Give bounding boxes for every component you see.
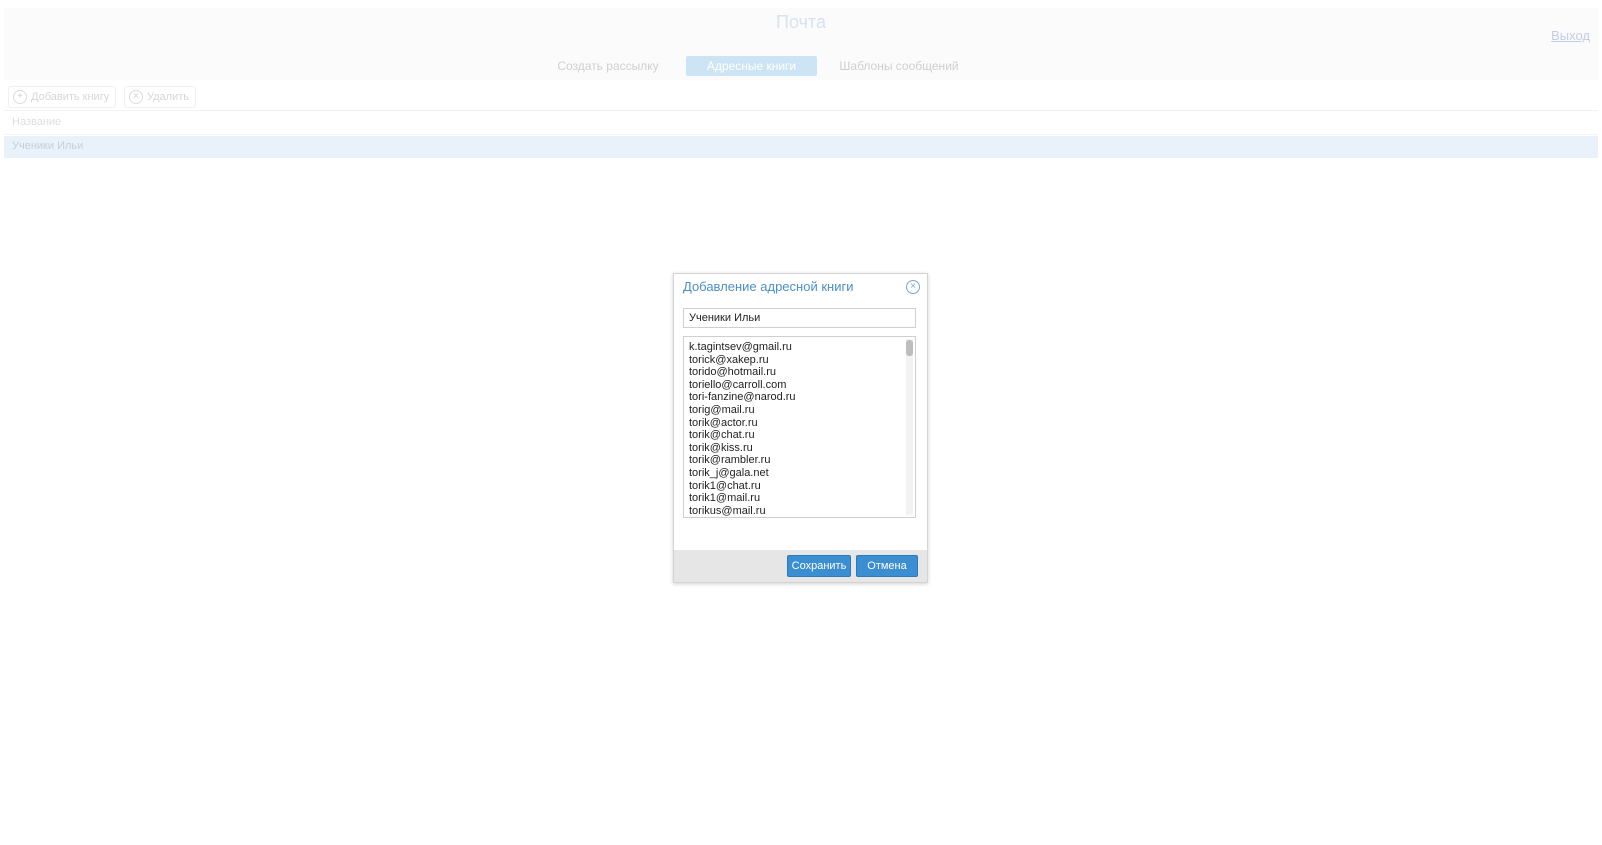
email-list-item: torikus@mail.ru <box>689 504 766 517</box>
email-list-item: torig@mail.ru <box>689 403 755 416</box>
scrollbar-thumb[interactable] <box>906 340 913 356</box>
email-list-item: toriello@carroll.com <box>689 378 787 391</box>
email-list-item: k.tagintsev@gmail.ru <box>689 341 792 353</box>
logout-link[interactable]: Выход <box>1551 28 1590 43</box>
column-header-name[interactable]: Название <box>12 116 61 128</box>
delete-label: Удалить <box>147 91 189 103</box>
email-list-item: torik@actor.ru <box>689 416 758 429</box>
grid-header: Название <box>4 112 1598 135</box>
email-list-item: torik_j@gala.net <box>689 466 769 479</box>
email-list-item: torik@rambler.ru <box>689 454 771 467</box>
dialog-footer: Сохранить Отмена <box>674 550 927 582</box>
add-book-button[interactable]: + Добавить книгу <box>8 86 117 108</box>
add-address-book-dialog: Добавление адресной книги × k.tagintsev@… <box>673 273 928 583</box>
email-list-item: tori-fanzine@narod.ru <box>689 391 796 404</box>
tab-message-templates[interactable]: Шаблоны сообщений <box>832 56 966 76</box>
tab-create-mailing[interactable]: Создать рассылку <box>544 56 672 76</box>
close-icon[interactable]: × <box>906 280 920 294</box>
main-tabs: Создать рассылку Адресные книги Шаблоны … <box>4 56 1598 76</box>
app-header: Почта Выход Создать рассылку Адресные кн… <box>4 8 1598 80</box>
emails-textarea[interactable]: k.tagintsev@gmail.ru torick@xakep.ru torid… <box>683 336 916 518</box>
toolbar: + Добавить книгу × Удалить <box>4 82 1598 111</box>
email-list-item: torick@xakep.ru <box>689 353 769 366</box>
email-list-item: torik1@chat.ru <box>689 479 761 492</box>
email-list-item: torik1@mail.ru <box>689 492 761 505</box>
book-name-input[interactable] <box>683 308 916 328</box>
email-list-item: torik@kiss.ru <box>689 441 753 454</box>
app-title: Почта <box>776 12 826 32</box>
row-book-name: Ученики Ильи <box>12 140 84 152</box>
tab-address-books[interactable]: Адресные книги <box>686 56 817 76</box>
email-list: k.tagintsev@gmail.ru torick@xakep.ru torid… <box>689 341 796 517</box>
save-button[interactable]: Сохранить <box>787 555 851 577</box>
delete-button[interactable]: × Удалить <box>124 86 196 108</box>
table-row[interactable]: Ученики Ильи <box>4 136 1598 158</box>
close-circle-icon: × <box>129 90 143 105</box>
dialog-title: Добавление адресной книги <box>683 279 854 294</box>
cancel-button[interactable]: Отмена <box>856 555 918 577</box>
email-list-item: torik@chat.ru <box>689 429 755 442</box>
plus-circle-icon: + <box>13 90 27 105</box>
add-book-label: Добавить книгу <box>31 91 110 103</box>
scrollbar[interactable] <box>906 339 913 515</box>
email-list-item: torido@hotmail.ru <box>689 366 776 379</box>
